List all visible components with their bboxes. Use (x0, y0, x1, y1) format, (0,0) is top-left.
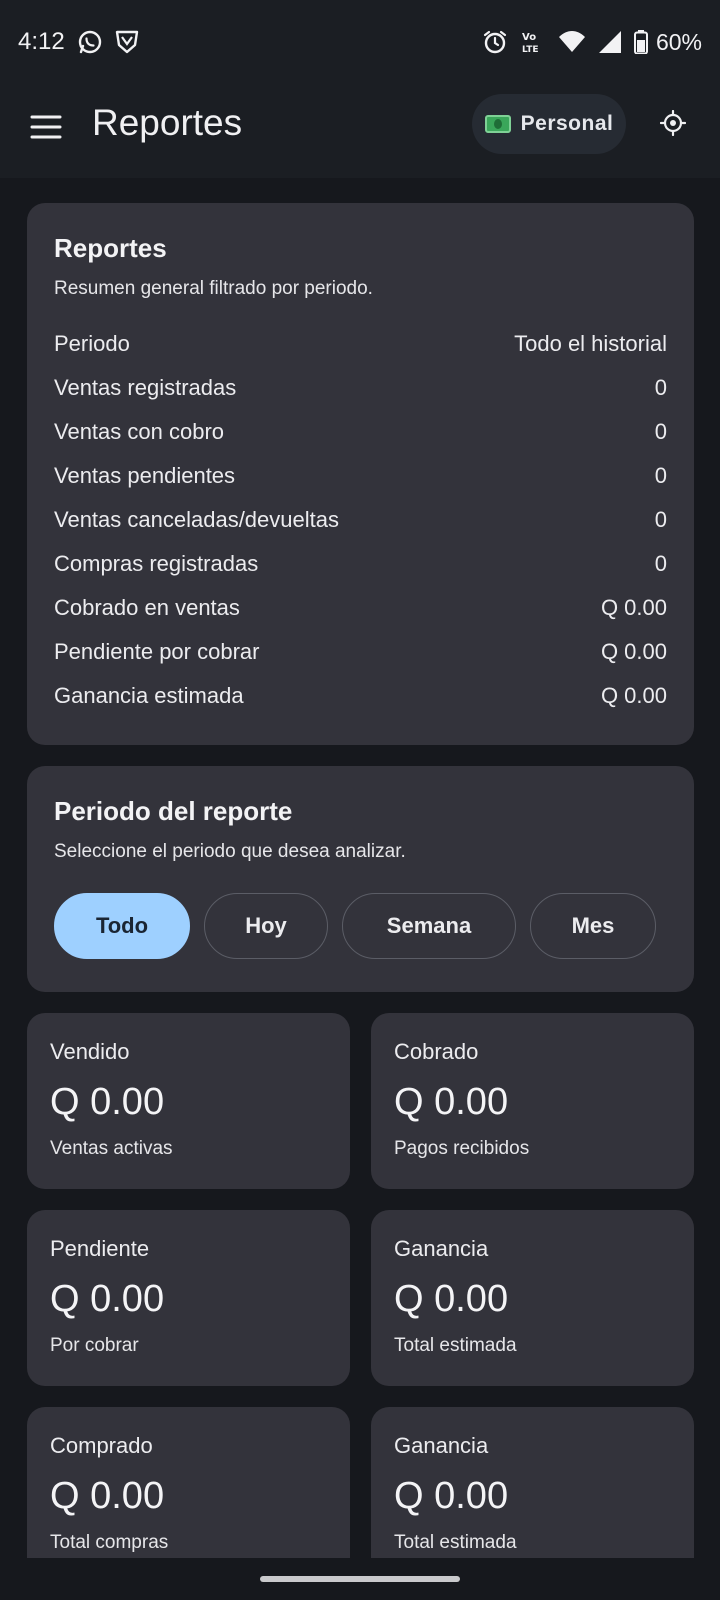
page-title: Reportes (92, 102, 243, 143)
stat-label: Ganancia (394, 1433, 489, 1458)
period-filters: Todo Hoy Semana Mes (54, 893, 667, 959)
money-icon (484, 115, 511, 133)
summary-row: Compras registradas 0 (54, 542, 667, 586)
summary-row: Ventas canceladas/devueltas 0 (54, 498, 667, 542)
summary-subtitle: Resumen general filtrado por periodo. (54, 278, 373, 299)
row-label: Cobrado en ventas (54, 595, 240, 620)
stat-caption: Total compras (50, 1532, 169, 1553)
svg-text:LTE: LTE (522, 45, 539, 55)
period-title: Periodo del reporte (54, 796, 293, 826)
stat-caption: Ventas activas (50, 1138, 173, 1159)
stat-value: Q 0.00 (50, 1278, 165, 1320)
row-value: 0 (654, 507, 667, 532)
summary-row: Cobrado en ventas Q 0.00 (54, 586, 667, 630)
stat-value: Q 0.00 (50, 1081, 165, 1123)
summary-rows: Periodo Todo el historial Ventas registr… (54, 322, 667, 718)
stat-caption: Total estimada (394, 1335, 517, 1356)
summary-card: Reportes Resumen general filtrado por pe… (27, 203, 694, 745)
profile-chip-label: Personal (520, 112, 614, 135)
summary-row: Pendiente por cobrar Q 0.00 (54, 630, 667, 674)
app-bar: Reportes Personal (0, 84, 720, 178)
stat-label: Cobrado (394, 1039, 479, 1064)
stat-card-vendido: Vendido Q 0.00 Ventas activas (27, 1013, 350, 1189)
row-value: 0 (654, 551, 667, 576)
period-subtitle: Seleccione el periodo que desea analizar… (54, 841, 406, 862)
menu-icon[interactable] (28, 109, 64, 145)
row-label: Ventas pendientes (54, 463, 236, 488)
stat-caption: Por cobrar (50, 1335, 139, 1356)
row-label: Ventas registradas (54, 375, 237, 400)
wifi-icon (558, 31, 585, 52)
stat-card-ganancia-2: Ganancia Q 0.00 Total estimada (371, 1407, 694, 1583)
stat-card-ganancia: Ganancia Q 0.00 Total estimada (371, 1210, 694, 1386)
stat-caption: Total estimada (394, 1532, 517, 1553)
row-label: Ventas canceladas/devueltas (54, 507, 339, 532)
status-time: 4:12 (18, 28, 65, 55)
summary-row: Ventas registradas 0 (54, 366, 667, 410)
row-value: Q 0.00 (600, 683, 667, 708)
period-card: Periodo del reporte Seleccione el period… (27, 766, 694, 992)
stat-card-cobrado: Cobrado Q 0.00 Pagos recibidos (371, 1013, 694, 1189)
gesture-handle[interactable] (260, 1576, 460, 1582)
battery-level: 60% (655, 28, 702, 55)
filter-mes-button[interactable]: Mes (530, 893, 656, 959)
brightness-icon[interactable] (660, 110, 686, 136)
shield-icon (115, 30, 138, 54)
summary-title: Reportes (54, 233, 167, 263)
summary-row: Periodo Todo el historial (54, 322, 667, 366)
stat-label: Comprado (50, 1433, 153, 1458)
stat-card-comprado: Comprado Q 0.00 Total compras (27, 1407, 350, 1583)
status-right: Vo LTE 60% (482, 29, 702, 56)
stat-value: Q 0.00 (394, 1278, 509, 1320)
battery-icon (633, 30, 648, 54)
row-label: Compras registradas (54, 551, 259, 576)
summary-row: Ventas con cobro 0 (54, 410, 667, 454)
stat-value: Q 0.00 (394, 1475, 509, 1517)
summary-row: Ganancia estimada Q 0.00 (54, 674, 667, 718)
svg-text:Vo: Vo (522, 32, 536, 43)
profile-chip[interactable]: Personal (472, 94, 626, 154)
filter-semana-button[interactable]: Semana (342, 893, 516, 959)
stat-label: Vendido (50, 1039, 130, 1064)
stat-value: Q 0.00 (50, 1475, 165, 1517)
status-bar: 4:12 Vo LTE 60% (0, 0, 720, 84)
row-value: Q 0.00 (600, 639, 667, 664)
row-label: Ventas con cobro (54, 419, 225, 444)
filter-todo-button[interactable]: Todo (54, 893, 190, 959)
stat-card-pendiente: Pendiente Q 0.00 Por cobrar (27, 1210, 350, 1386)
volte-icon: Vo LTE (522, 32, 539, 55)
stat-caption: Pagos recibidos (394, 1138, 530, 1159)
signal-icon (598, 31, 621, 53)
whatsapp-icon (78, 30, 101, 54)
filter-hoy-button[interactable]: Hoy (204, 893, 328, 959)
alarm-icon (483, 30, 507, 54)
row-value: 0 (654, 375, 667, 400)
stat-label: Pendiente (50, 1236, 150, 1261)
row-value: Todo el historial (514, 331, 667, 356)
stat-label: Ganancia (394, 1236, 489, 1261)
row-value: 0 (654, 419, 667, 444)
row-label: Ganancia estimada (54, 683, 244, 708)
row-value: Q 0.00 (600, 595, 667, 620)
row-label: Periodo (54, 331, 130, 356)
status-left: 4:12 (18, 28, 139, 56)
summary-row: Ventas pendientes 0 (54, 454, 667, 498)
stat-value: Q 0.00 (394, 1081, 509, 1123)
row-label: Pendiente por cobrar (54, 639, 260, 664)
row-value: 0 (654, 463, 667, 488)
